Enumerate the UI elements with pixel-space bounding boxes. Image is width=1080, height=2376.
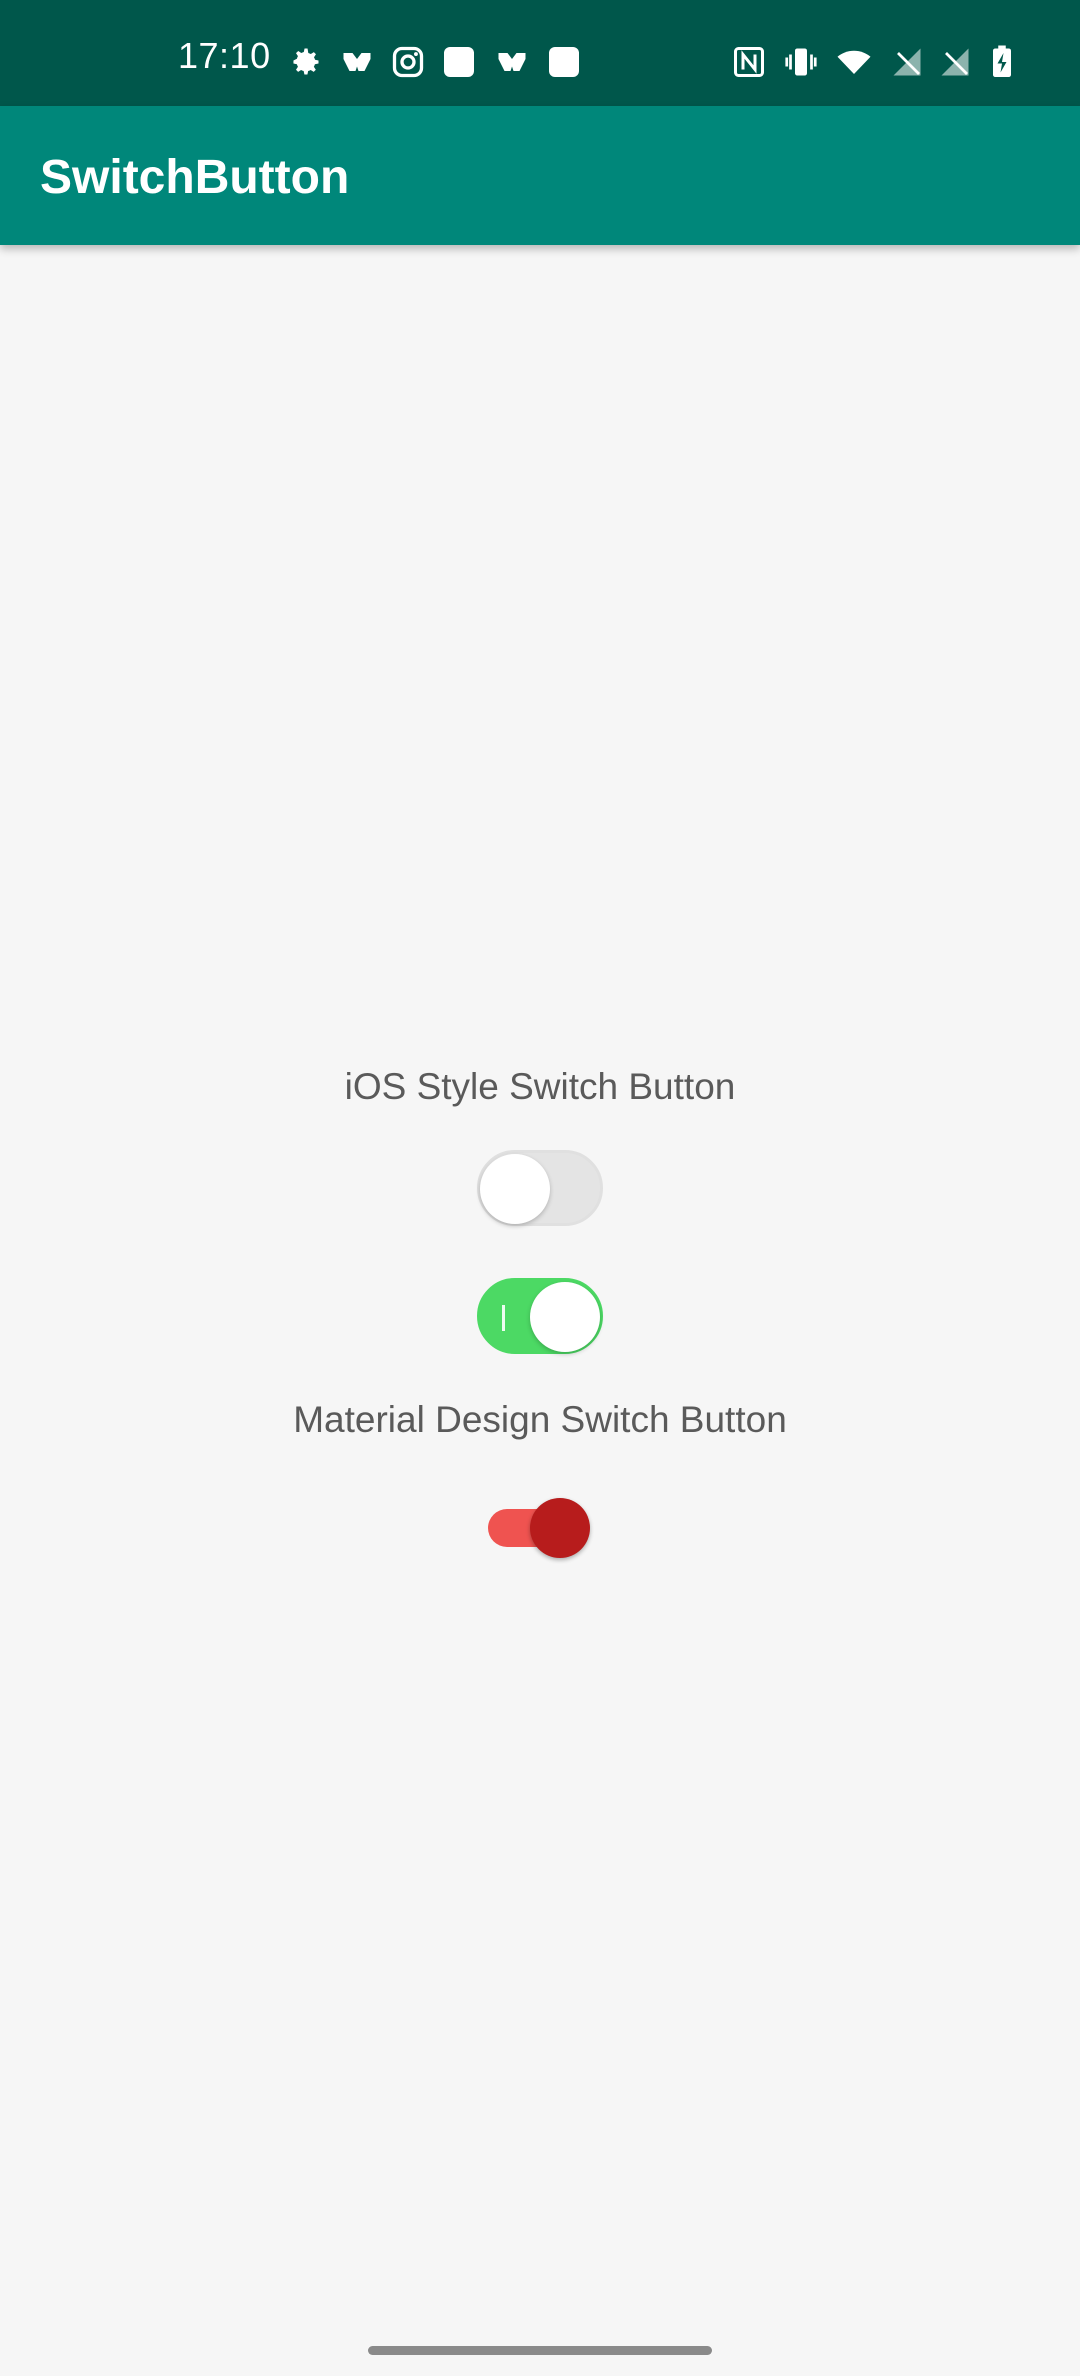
- vibrate-icon: [785, 48, 817, 76]
- material-section-label: Material Design Switch Button: [293, 1399, 787, 1440]
- main-content: iOS Style Switch Button Material Design …: [0, 245, 1080, 2376]
- switch-knob: [530, 1282, 600, 1352]
- wifi-icon: [837, 50, 871, 74]
- gesture-nav-handle[interactable]: [368, 2346, 712, 2355]
- status-time: 17:10: [178, 35, 271, 76]
- square-app-icon: [549, 47, 579, 77]
- battery-charging-icon: [993, 45, 1011, 77]
- signal-icon: [893, 48, 921, 76]
- app-bar: SwitchButton: [0, 106, 1080, 245]
- switch-knob: [480, 1154, 550, 1224]
- app-icon: [343, 53, 371, 71]
- material-switch-thumb: [530, 1498, 590, 1558]
- nfc-icon: [734, 47, 764, 77]
- on-indicator-bar: [502, 1305, 505, 1331]
- app-title: SwitchButton: [40, 151, 350, 204]
- status-bar: 17:10: [0, 0, 1080, 106]
- ios-switch-off[interactable]: [477, 1150, 603, 1226]
- material-switch[interactable]: [488, 1492, 592, 1564]
- signal-icon: [941, 48, 969, 76]
- ios-switch-on[interactable]: [477, 1278, 603, 1354]
- app-icon: [498, 53, 526, 71]
- instagram-icon: [392, 46, 424, 78]
- square-app-icon: [444, 47, 474, 77]
- gear-icon: [293, 48, 319, 75]
- ios-section-label: iOS Style Switch Button: [344, 1066, 736, 1107]
